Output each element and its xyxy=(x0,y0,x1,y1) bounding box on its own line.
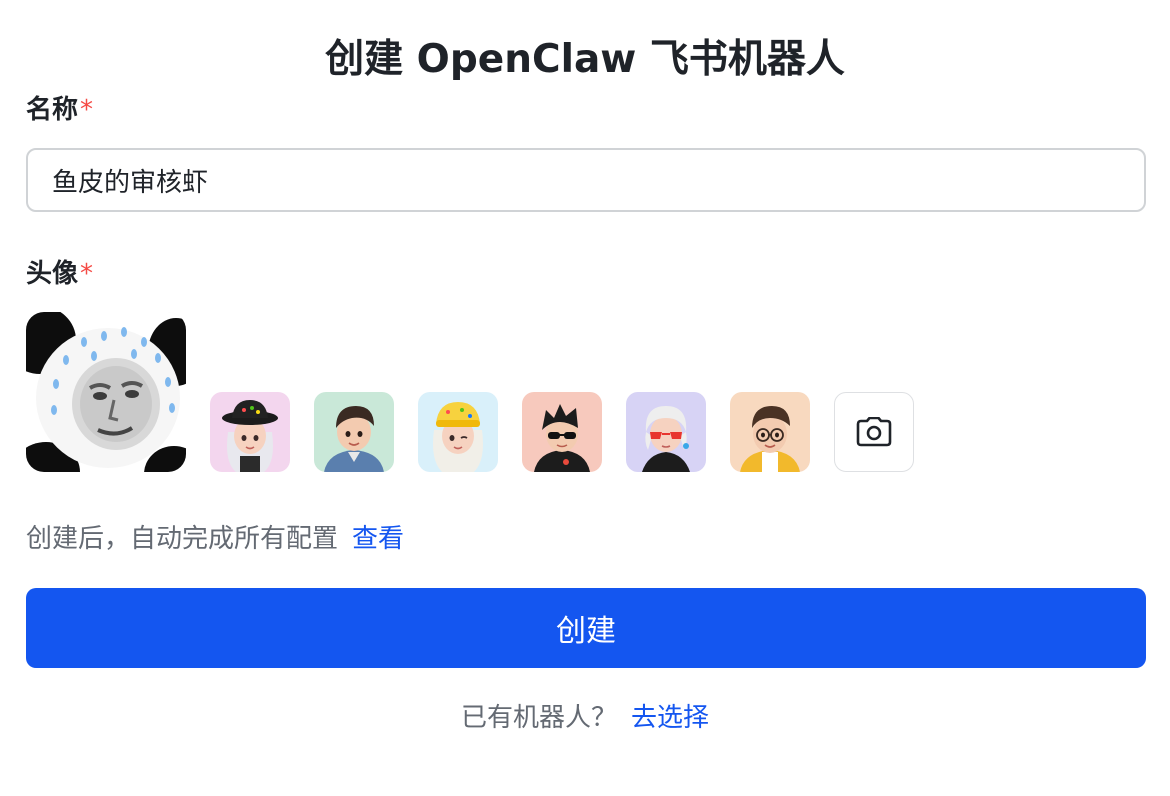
avatar-option-boy-denim-jacket[interactable] xyxy=(314,392,394,472)
girl-black-hat-avatar xyxy=(210,392,290,472)
auto-config-hint: 创建后，自动完成所有配置 查看 xyxy=(26,520,404,558)
avatar-option-boy-sunglasses[interactable] xyxy=(522,392,602,472)
select-existing-link[interactable]: 去选择 xyxy=(631,703,709,733)
avatar-option-girl-black-hat[interactable] xyxy=(210,392,290,472)
upload-avatar-button[interactable] xyxy=(834,392,914,472)
name-input[interactable] xyxy=(26,148,1146,212)
avatar-label: 头像* xyxy=(26,256,93,292)
page-title: 创建 OpenClaw 飞书机器人 xyxy=(325,37,845,82)
girl-yellow-hat-avatar xyxy=(418,392,498,472)
avatar-option-boy-glasses-yellow-jacket[interactable] xyxy=(730,392,810,472)
selected-avatar[interactable] xyxy=(26,312,186,472)
avatar-option-girl-red-glasses[interactable] xyxy=(626,392,706,472)
avatar-label-text: 头像 xyxy=(26,259,79,289)
hint-text: 创建后，自动完成所有配置 xyxy=(26,524,339,554)
create-button[interactable]: 创建 xyxy=(26,588,1146,668)
existing-bot-footer: 已有机器人？ 去选择 xyxy=(0,698,1170,738)
name-label-text: 名称 xyxy=(26,95,79,125)
name-label: 名称* xyxy=(26,92,93,128)
boy-denim-jacket-avatar xyxy=(314,392,394,472)
boy-sunglasses-avatar xyxy=(522,392,602,472)
boy-glasses-yellow-jacket-avatar xyxy=(730,392,810,472)
view-link[interactable]: 查看 xyxy=(352,524,404,554)
girl-red-glasses-avatar xyxy=(626,392,706,472)
avatar-option-girl-yellow-hat[interactable] xyxy=(418,392,498,472)
required-mark: * xyxy=(80,259,94,289)
camera-icon xyxy=(856,417,892,447)
required-mark: * xyxy=(80,95,94,125)
panda-meme-avatar xyxy=(26,312,186,472)
footer-text: 已有机器人？ xyxy=(460,703,617,733)
